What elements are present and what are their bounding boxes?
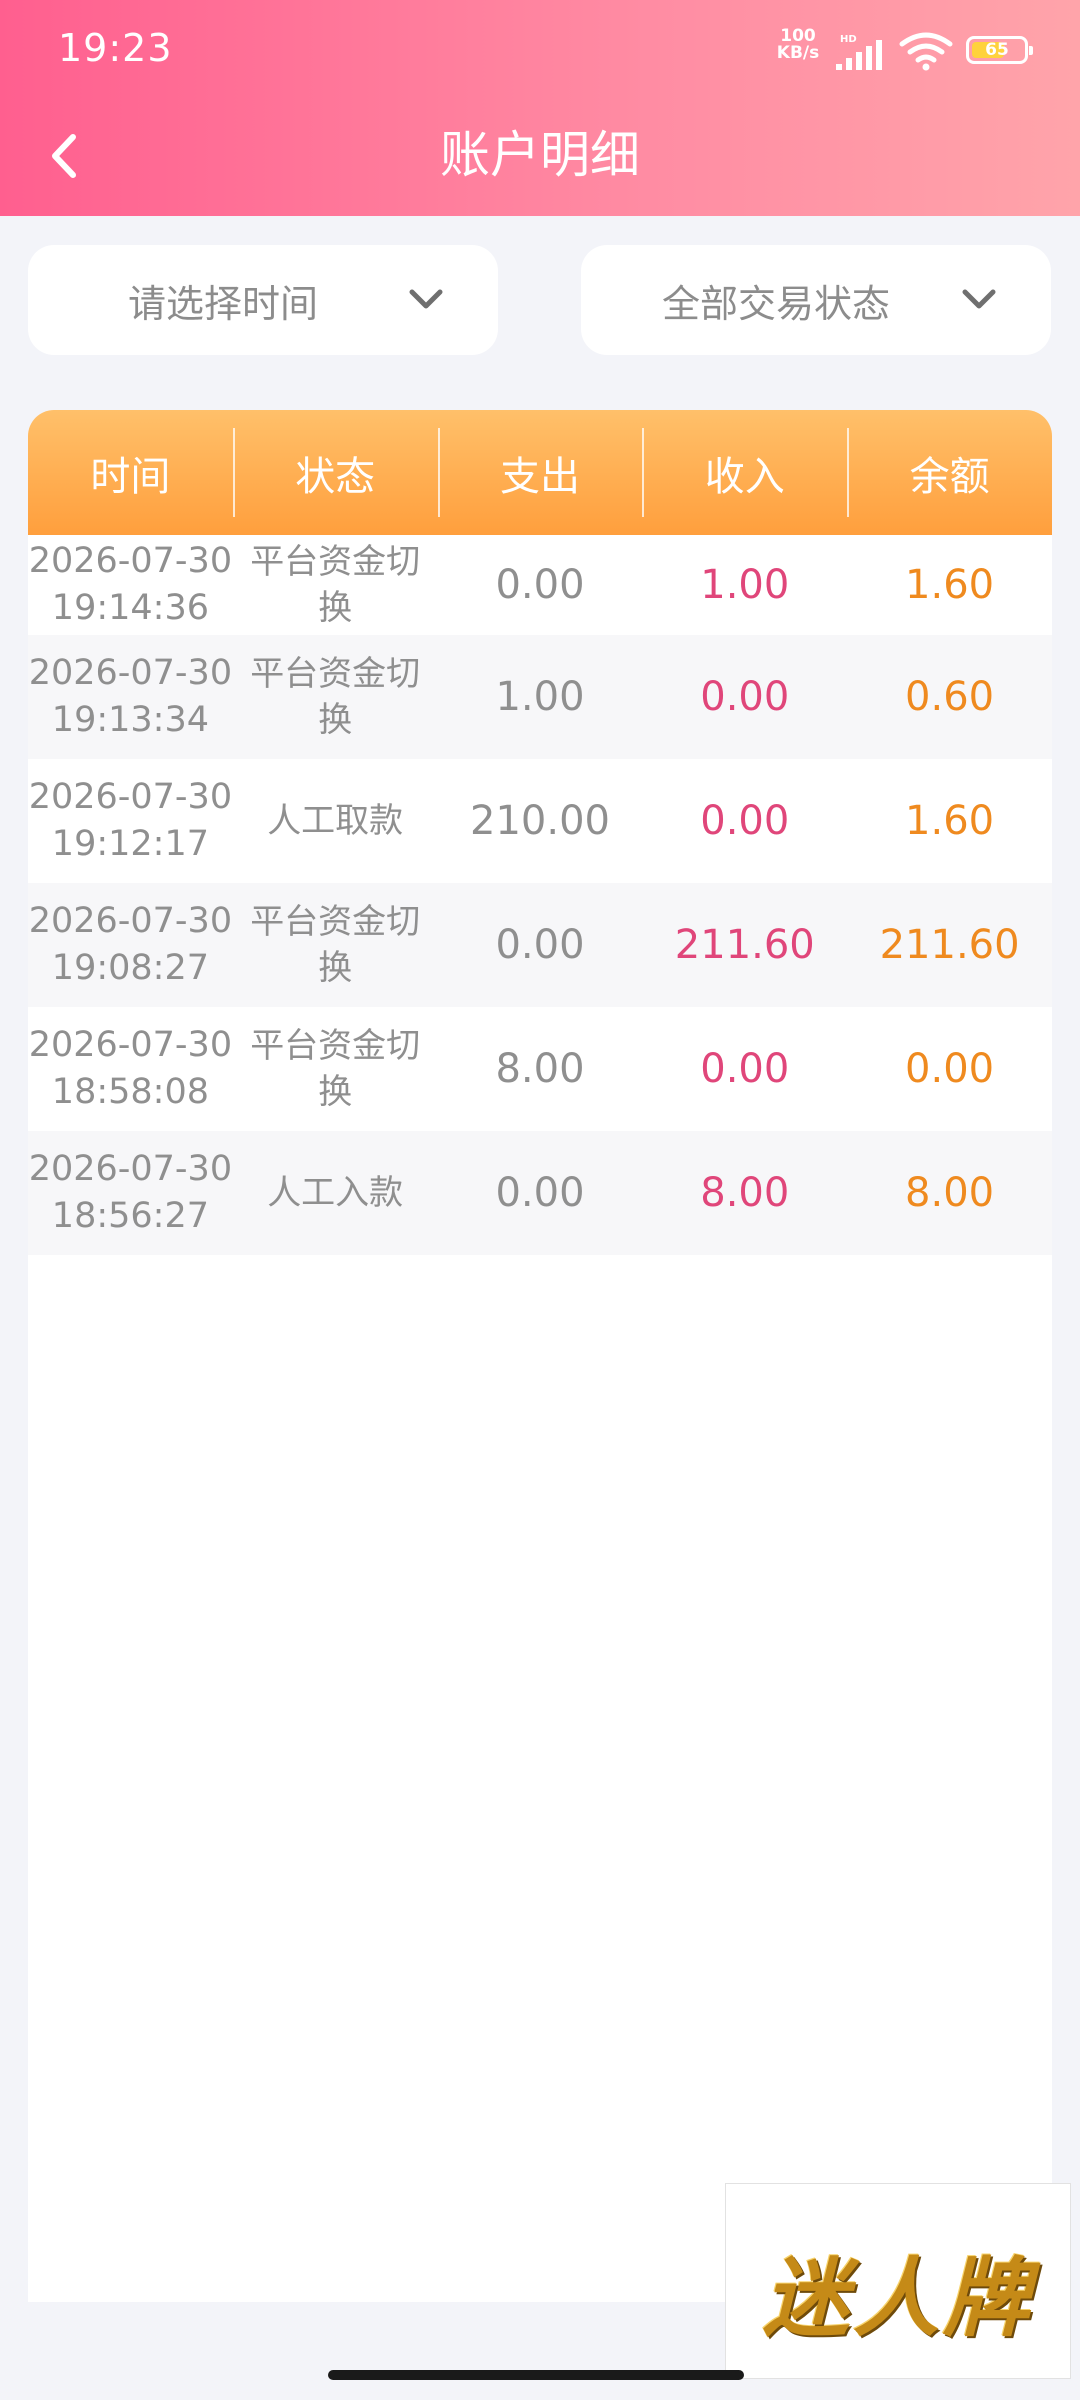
income-cell: 1.00: [700, 561, 790, 608]
status-cell: 平台资金切换: [250, 1026, 421, 1112]
balance-cell: 0.00: [905, 1045, 995, 1092]
expense-cell: 0.00: [495, 1169, 585, 1216]
income-cell: 0.00: [700, 673, 790, 720]
expense-cell: 0.00: [495, 921, 585, 968]
clock-text: 18:56:27: [51, 1196, 209, 1236]
status-cell: 平台资金切换: [250, 654, 421, 740]
time-cell: 2026-07-30 19:14:36: [28, 538, 233, 632]
clock-text: 19:12:17: [51, 824, 209, 864]
table-header: 时间 状态 支出 收入 余额: [28, 410, 1052, 535]
balance-cell: 1.60: [905, 797, 995, 844]
income-cell: 8.00: [700, 1169, 790, 1216]
status-bar: 19:23 100 KB/s HD 65: [0, 0, 1080, 100]
column-header-status: 状态: [232, 410, 438, 535]
net-speed-unit: KB/s: [776, 43, 820, 63]
income-cell: 211.60: [674, 921, 815, 968]
net-speed-indicator: 100 KB/s: [770, 28, 826, 62]
battery-icon: 65: [966, 36, 1033, 64]
date-text: 2026-07-30: [28, 1025, 233, 1065]
date-text: 2026-07-30: [28, 901, 233, 941]
status-icons: 100 KB/s HD 65: [770, 28, 1040, 72]
clock-text: 19:13:34: [51, 700, 209, 740]
status-time: 19:23: [58, 26, 173, 70]
column-header-balance: 余额: [847, 410, 1052, 535]
status-filter-label: 全部交易状态: [661, 281, 890, 326]
clock-text: 19:08:27: [51, 948, 209, 988]
battery-tip: [1029, 46, 1033, 55]
time-cell: 2026-07-30 18:58:08: [28, 1022, 233, 1116]
expense-cell: 210.00: [470, 797, 610, 844]
time-cell: 2026-07-30 19:12:17: [28, 774, 233, 868]
date-text: 2026-07-30: [28, 777, 233, 817]
table-row[interactable]: 2026-07-30 19:13:34 平台资金切换 1.00 0.00 0.60: [28, 635, 1052, 759]
status-cell: 平台资金切换: [250, 542, 421, 628]
date-text: 2026-07-30: [28, 541, 233, 581]
date-text: 2026-07-30: [28, 653, 233, 693]
table-body: 2026-07-30 19:14:36 平台资金切换 0.00 1.00 1.60…: [28, 535, 1052, 1255]
status-cell: 人工入款: [267, 1173, 404, 1213]
app-header: 19:23 100 KB/s HD 65 账户明细: [0, 0, 1080, 216]
time-filter-dropdown[interactable]: 请选择时间: [28, 245, 498, 355]
balance-cell: 0.60: [905, 673, 995, 720]
clock-text: 18:58:08: [51, 1072, 209, 1112]
clock-text: 19:14:36: [51, 588, 209, 628]
column-header-time: 时间: [90, 453, 171, 500]
table-row[interactable]: 2026-07-30 19:08:27 平台资金切换 0.00 211.60 21…: [28, 883, 1052, 1007]
column-header-expense: 支出: [437, 410, 643, 535]
expense-cell: 8.00: [495, 1045, 585, 1092]
wifi-icon: [899, 32, 953, 71]
status-filter-dropdown[interactable]: 全部交易状态: [581, 245, 1051, 355]
table-row[interactable]: 2026-07-30 19:14:36 平台资金切换 0.00 1.00 1.60: [28, 535, 1052, 635]
chevron-down-icon: [962, 289, 996, 309]
transaction-table: 时间 状态 支出 收入 余额 2026-07-30 19:14:36 平台资金切换…: [28, 410, 1052, 2302]
watermark-logo: 迷人牌: [725, 2183, 1071, 2379]
column-header-income: 收入: [642, 410, 847, 535]
nav-bar: 账户明细: [0, 100, 1080, 216]
home-indicator[interactable]: [328, 2370, 744, 2380]
time-filter-label: 请选择时间: [127, 281, 318, 326]
table-row[interactable]: 2026-07-30 18:58:08 平台资金切换 8.00 0.00 0.00: [28, 1007, 1052, 1131]
time-cell: 2026-07-30 19:08:27: [28, 898, 233, 992]
balance-cell: 211.60: [879, 921, 1020, 968]
expense-cell: 0.00: [495, 561, 585, 608]
watermark-logo-text: 迷人牌: [763, 2248, 1033, 2349]
page-title: 账户明细: [440, 126, 640, 184]
network-type-label: HD: [840, 34, 857, 45]
date-text: 2026-07-30: [28, 1149, 233, 1189]
time-cell: 2026-07-30 19:13:34: [28, 650, 233, 744]
income-cell: 0.00: [700, 797, 790, 844]
table-row[interactable]: 2026-07-30 18:56:27 人工入款 0.00 8.00 8.00: [28, 1131, 1052, 1255]
balance-cell: 8.00: [905, 1169, 995, 1216]
time-cell: 2026-07-30 18:56:27: [28, 1146, 233, 1240]
status-cell: 人工取款: [267, 801, 404, 841]
table-row[interactable]: 2026-07-30 19:12:17 人工取款 210.00 0.00 1.60: [28, 759, 1052, 883]
expense-cell: 1.00: [495, 673, 585, 720]
balance-cell: 1.60: [905, 561, 995, 608]
status-cell: 平台资金切换: [250, 902, 421, 988]
chevron-down-icon: [409, 289, 443, 309]
battery-percent: 65: [985, 40, 1009, 60]
cellular-signal-icon: HD: [836, 34, 882, 70]
income-cell: 0.00: [700, 1045, 790, 1092]
